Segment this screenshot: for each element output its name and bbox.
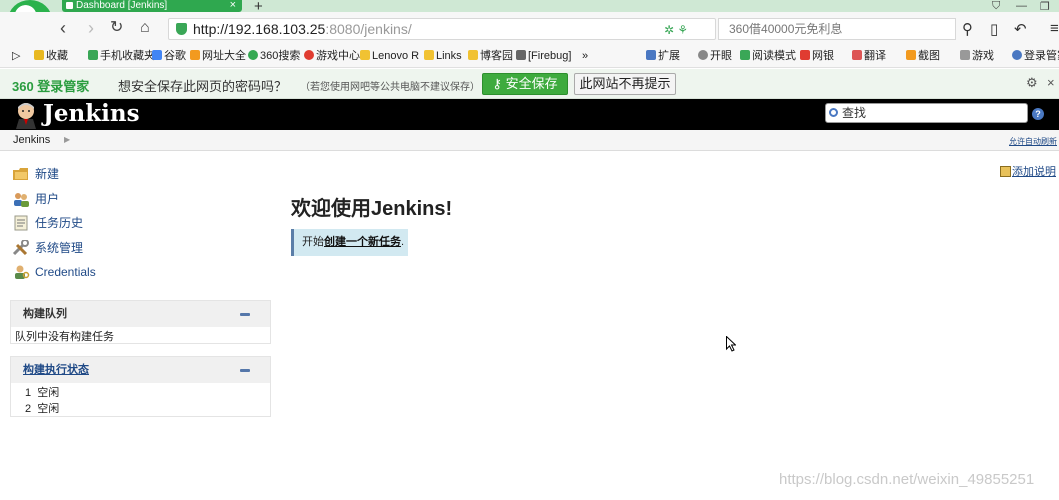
task-manage-jenkins[interactable]: 系统管理 [12,238,83,258]
url-input[interactable]: http://192.168.103.25:8080/jenkins/ [168,18,716,40]
executor-status-header: 构建执行状态 [11,357,270,383]
bookmark-360search[interactable]: 360搜索 [248,46,300,67]
secure-shield-icon [176,23,187,35]
help-icon[interactable]: ? [1032,108,1044,120]
bookmark-games2[interactable]: 游戏 [960,46,994,67]
bookmark-links[interactable]: Links [424,46,462,67]
executor-row: 1 空闲 [25,387,60,399]
jenkins-favicon-icon [66,2,73,9]
password-question: 想安全保存此网页的密码吗？ [118,79,288,94]
safe-save-button[interactable]: ⚷ 安全保存 [482,73,568,95]
build-queue-pane: 构建队列 队列中没有构建任务 [10,300,271,344]
bookmark-google[interactable]: 谷歌 [152,46,186,67]
build-queue-empty: 队列中没有构建任务 [15,331,114,343]
add-description-link[interactable]: 添加说明 [1000,163,1056,179]
minimize-icon[interactable]: — [1016,0,1027,12]
executor-list: 1 空闲 2 空闲 [11,383,270,419]
executor-row: 2 空闲 [25,403,60,415]
never-prompt-button[interactable]: 此网站不再提示 [574,73,676,95]
bookmark-lenovo[interactable]: Lenovo R [360,46,419,67]
url-host: http://192.168.103.25 [193,21,326,37]
back-icon[interactable]: ‹ [60,18,66,38]
search-icon[interactable]: ⚲ [962,20,973,38]
close-icon[interactable]: × [1047,75,1055,90]
jenkins-butler-icon[interactable] [13,101,39,129]
login-manager-logo: 360 登录管家 [12,79,90,94]
notepad-icon [14,215,28,231]
task-credentials[interactable]: Credentials [12,262,96,282]
url-path: :8080/jenkins/ [325,21,412,37]
bookmark-bank[interactable]: 网银 [800,46,834,67]
speed-mode-icon[interactable]: ✲ ⚘ [664,23,688,37]
executor-status-link[interactable]: 构建执行状态 [23,364,89,376]
collapse-icon[interactable] [240,369,250,372]
breadcrumb: Jenkins ▶ 允许自动刷新 [0,130,1059,151]
browser-search-input[interactable]: 360借40000元免利息 [718,18,956,40]
bookmark-screenshot[interactable]: 截图 [906,46,940,67]
watermark-text: https://blog.csdn.net/weixin_49855251 [779,471,1035,488]
tab-dashboard[interactable]: Dashboard [Jenkins] × [62,0,242,12]
credentials-icon [15,265,30,279]
tools-icon [12,240,29,256]
bookmark-translate[interactable]: 翻译 [852,46,886,67]
phone-icon[interactable]: ▯ [990,20,998,38]
new-folder-icon [13,168,28,180]
home-icon[interactable]: ⌂ [140,18,150,38]
create-new-job-link[interactable]: 创建一个新任务 [324,236,401,248]
bookmarks-bar: ▷ 收藏 手机收藏夹 谷歌 网址大全 360搜索 游戏中心 Lenovo R L… [0,46,1059,68]
bookmark-games[interactable]: 游戏中心 [304,46,360,67]
bookmark-login-manager[interactable]: 登录管家 [1012,46,1059,67]
jenkins-title[interactable]: Jenkins [43,100,140,127]
bookmark-cnblogs[interactable]: 博客园 [468,46,513,67]
task-build-history[interactable]: 任务历史 [12,213,83,233]
bookmark-kaiyan[interactable]: 开眼 [698,46,732,67]
edit-icon [1000,166,1011,177]
close-tab-icon[interactable]: × [230,0,236,11]
password-note: （若您使用网吧等公共电脑不建议保存） [300,82,480,93]
forward-icon[interactable]: › [88,18,94,38]
undo-icon[interactable]: ↶ [1014,20,1027,38]
auto-refresh-link[interactable]: 允许自动刷新 [1009,132,1057,152]
jenkins-header: Jenkins 查找 ? [0,99,1059,130]
browser-tab-strip: Dashboard [Jenkins] × + ⛉ — ❐ [0,0,1059,15]
jenkins-search-input[interactable]: 查找 [825,103,1028,123]
key-icon: ⚷ [492,76,506,91]
sidebar-toggle-icon[interactable]: ▷ [12,46,20,67]
task-new-item[interactable]: 新建 [12,164,59,184]
bookmark-firebug[interactable]: [Firebug] [516,46,571,67]
breadcrumb-jenkins[interactable]: Jenkins [13,130,50,150]
password-save-bar: 360 登录管家 想安全保存此网页的密码吗？ （若您使用网吧等公共电脑不建议保存… [0,69,1059,99]
bookmark-sites[interactable]: 网址大全 [190,46,246,67]
build-queue-header: 构建队列 [11,301,270,327]
users-icon [14,193,29,207]
bookmark-reading-mode[interactable]: 阅读模式 [740,46,796,67]
menu-icon[interactable]: ≡ [1050,20,1059,37]
address-bar-row: ‹ › ↻ ⌂ http://192.168.103.25:8080/jenki… [0,12,1059,46]
task-people[interactable]: 用户 [12,189,59,209]
search-icon [829,108,838,117]
welcome-heading: 欢迎使用Jenkins! [291,198,453,220]
create-job-notice: 开始创建一个新任务. [291,229,408,256]
bookmark-favorites[interactable]: 收藏 [34,46,68,67]
breadcrumb-arrow-icon[interactable]: ▶ [64,130,70,150]
bookmarks-more[interactable]: » [582,46,588,67]
tab-title: Dashboard [Jenkins] [76,0,168,11]
bookmark-mobile[interactable]: 手机收藏夹 [88,46,155,67]
gear-icon[interactable]: ⚙ [1026,75,1038,91]
refresh-icon[interactable]: ↻ [110,18,123,38]
bookmark-extensions[interactable]: 扩展 [646,46,680,67]
mouse-cursor-icon [726,336,736,352]
executor-status-pane: 构建执行状态 1 空闲 2 空闲 [10,356,271,417]
collapse-icon[interactable] [240,313,250,316]
